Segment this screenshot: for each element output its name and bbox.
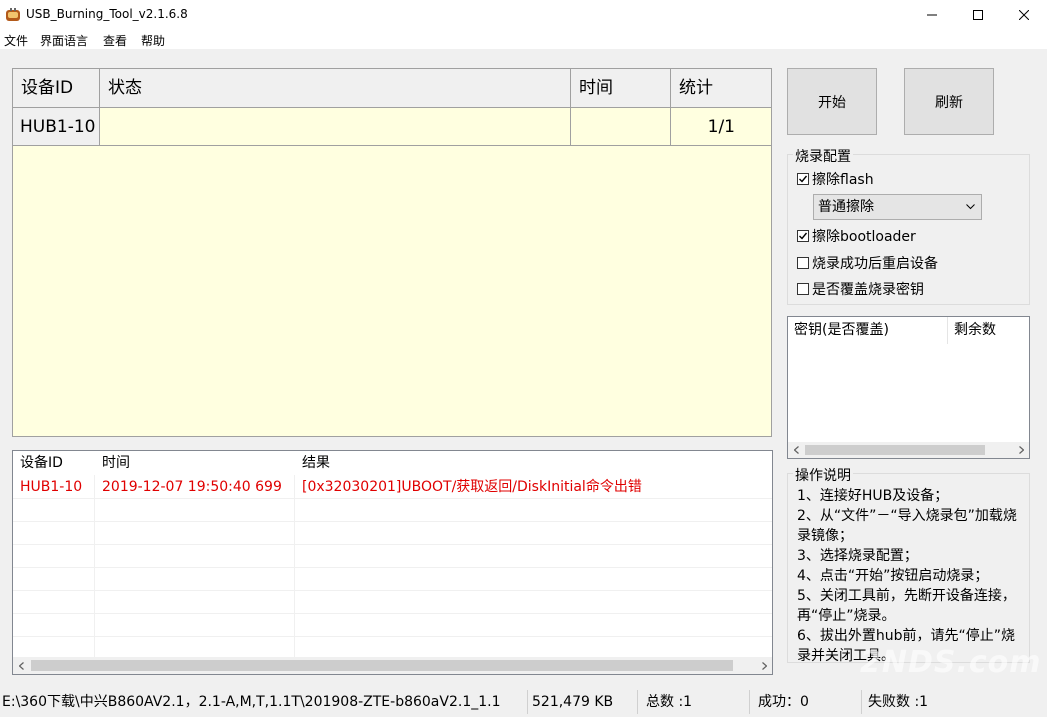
grid-cell-count[interactable]: 1/1 <box>671 108 771 146</box>
checkbox-checked-icon <box>797 230 809 242</box>
chevron-right-icon <box>1018 446 1024 454</box>
chevron-down-icon <box>966 204 975 210</box>
scroll-right-button[interactable] <box>1013 442 1029 458</box>
menu-help[interactable]: 帮助 <box>141 32 165 49</box>
log-hscrollbar[interactable] <box>13 657 772 674</box>
grid-cell-id[interactable]: HUB1-10 <box>13 108 100 146</box>
status-total: 总数 :1 <box>642 690 750 714</box>
instructions-text: 1、连接好HUB及设备； 2、从“文件”－“导入烧录包”加载烧录镜像； 3、选择… <box>797 488 1017 664</box>
device-grid[interactable]: 设备ID 状态 时间 统计 HUB1-10 1/1 <box>12 68 772 437</box>
watermark-text: 2NDS.com <box>860 645 1042 680</box>
minimize-button[interactable] <box>909 0 955 30</box>
key-list[interactable]: 密钥(是否覆盖) 剩余数 <box>787 316 1030 459</box>
scroll-right-button[interactable] <box>756 657 772 674</box>
log-header-time[interactable]: 时间 <box>95 451 295 475</box>
log-header-result[interactable]: 结果 <box>295 451 765 475</box>
log-grid-line <box>13 521 772 522</box>
status-size: 521,479 KB <box>530 690 638 714</box>
app-icon <box>6 8 20 21</box>
log-grid-line <box>13 544 772 545</box>
status-fail: 失败数 :1 <box>868 694 929 710</box>
erase-flash-label: 擦除flash <box>812 172 874 188</box>
burn-config-title: 烧录配置 <box>793 146 853 166</box>
menu-view[interactable]: 查看 <box>103 32 127 49</box>
close-button[interactable] <box>1001 0 1047 30</box>
close-icon <box>1019 10 1029 20</box>
start-button[interactable]: 开始 <box>787 68 877 135</box>
checkbox-unchecked-icon <box>797 283 809 295</box>
log-cell-time: 2019-12-07 19:50:40 699 <box>102 479 282 495</box>
instructions-title: 操作说明 <box>793 465 853 485</box>
scroll-thumb[interactable] <box>31 660 733 671</box>
scroll-thumb[interactable] <box>805 445 985 455</box>
checkbox-unchecked-icon <box>797 257 809 269</box>
log-grid-line <box>13 636 772 637</box>
grid-header-time[interactable]: 时间 <box>571 69 671 108</box>
log-grid-line <box>13 567 772 568</box>
erase-bootloader-label: 擦除bootloader <box>812 229 916 245</box>
maximize-icon <box>973 10 983 20</box>
log-grid-line <box>13 590 772 591</box>
scroll-left-button[interactable] <box>788 442 804 458</box>
key-header-remaining[interactable]: 剩余数 <box>948 317 1030 344</box>
reboot-after-label: 烧录成功后重启设备 <box>812 256 938 272</box>
status-bar: E:\360下载\中兴B860AV2.1，2.1-A,M,T,1.1T\2019… <box>0 687 1047 717</box>
grid-cell-time[interactable] <box>571 108 671 146</box>
grid-header-id[interactable]: 设备ID <box>13 69 100 108</box>
log-grid-line <box>13 498 772 499</box>
chevron-right-icon <box>761 661 767 670</box>
log-cell-result: [0x32030201]UBOOT/获取返回/DiskInitial命令出错 <box>302 479 642 495</box>
window-title: USB_Burning_Tool_v2.1.6.8 <box>26 7 188 21</box>
erase-mode-select[interactable]: 普通擦除 <box>813 194 982 220</box>
status-success: 成功：0 <box>754 690 862 714</box>
overwrite-key-checkbox[interactable]: 是否覆盖烧录密钥 <box>797 279 924 299</box>
checkbox-checked-icon <box>797 173 809 185</box>
key-header-key[interactable]: 密钥(是否覆盖) <box>788 317 948 344</box>
chevron-left-icon <box>793 446 799 454</box>
minimize-icon <box>927 14 937 16</box>
grid-header-count[interactable]: 统计 <box>671 69 771 108</box>
status-path: E:\360下载\中兴B860AV2.1，2.1-A,M,T,1.1T\2019… <box>0 690 528 714</box>
log-cell-id: HUB1-10 <box>20 479 83 495</box>
menu-bar: 文件 界面语言 查看 帮助 <box>0 30 1047 49</box>
erase-flash-checkbox[interactable]: 擦除flash <box>797 169 874 189</box>
log-grid-line <box>13 613 772 614</box>
chevron-left-icon <box>18 661 24 670</box>
erase-bootloader-checkbox[interactable]: 擦除bootloader <box>797 226 916 246</box>
erase-mode-value: 普通擦除 <box>818 199 874 215</box>
refresh-button[interactable]: 刷新 <box>904 68 994 135</box>
key-list-hscrollbar[interactable] <box>788 442 1029 458</box>
menu-language[interactable]: 界面语言 <box>40 32 88 49</box>
grid-cell-status[interactable] <box>100 108 571 146</box>
scroll-left-button[interactable] <box>13 657 29 674</box>
menu-file[interactable]: 文件 <box>4 32 28 49</box>
grid-header-status[interactable]: 状态 <box>100 69 571 108</box>
title-bar: USB_Burning_Tool_v2.1.6.8 <box>0 0 1047 30</box>
overwrite-key-label: 是否覆盖烧录密钥 <box>812 282 924 298</box>
log-list[interactable]: 设备ID 时间 结果 HUB1-10 2019-12-07 19:50:40 6… <box>12 450 773 675</box>
log-header-id[interactable]: 设备ID <box>13 451 95 475</box>
reboot-after-checkbox[interactable]: 烧录成功后重启设备 <box>797 253 938 273</box>
maximize-button[interactable] <box>955 0 1001 30</box>
